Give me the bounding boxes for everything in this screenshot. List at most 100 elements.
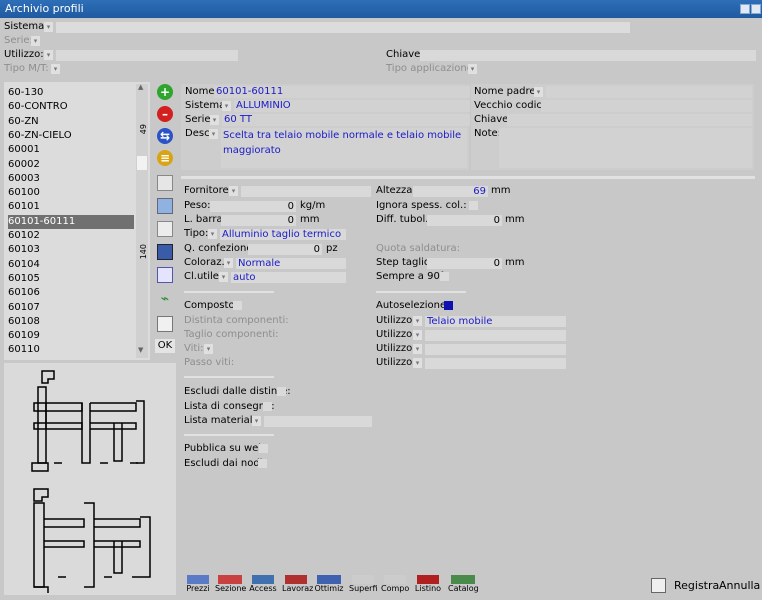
nome-field[interactable]: 60101-60111 [214,86,470,98]
coloraz-dropdown-icon[interactable]: ▾ [224,258,233,268]
autoselezione-checkbox[interactable] [444,301,453,310]
image-icon[interactable] [157,198,173,214]
serie-dropdown-icon[interactable]: ▾ [210,115,219,125]
list-scrollbar[interactable]: ▲ 49 140 ▼ [136,83,148,358]
ignora-checkbox[interactable] [469,201,478,210]
fornitore-dropdown-icon[interactable]: ▾ [229,186,238,196]
list-item[interactable]: 60-CONTRO [8,100,134,114]
tab-sezione[interactable]: Sezione [215,575,246,595]
utilizzo-filter-dropdown-icon[interactable]: ▾ [44,50,53,60]
utilizzo-3-dropdown-icon[interactable]: ▾ [413,344,422,354]
scroll-up-icon[interactable]: ▲ [138,83,143,91]
tab-listino[interactable]: Listino [414,575,442,595]
vecchio-codice-field[interactable] [541,100,752,112]
tab-prezzi[interactable]: Prezzi [184,575,212,595]
ok-button[interactable]: OK [155,339,175,353]
report-icon[interactable] [651,578,666,593]
sistema-dropdown-icon[interactable]: ▾ [222,101,231,111]
list-item[interactable]: 60108 [8,315,134,329]
utilizzo-2-dropdown-icon[interactable]: ▾ [413,330,422,340]
scroll-down-icon[interactable]: ▼ [138,346,143,354]
list-item[interactable]: 60-ZN [8,115,134,129]
utilizzo-3-field[interactable] [425,344,566,355]
utilizzo-1-field[interactable]: Telaio mobile [425,316,566,327]
list-item[interactable]: 60002 [8,158,134,172]
diff-field[interactable]: 0 [427,215,502,226]
tab-superfi[interactable]: Superfi [349,575,377,595]
list-item[interactable]: 60104 [8,258,134,272]
list-item[interactable]: 60001 [8,143,134,157]
sistema-field[interactable]: ALLUMINIO [234,100,470,112]
tab-ottimiz[interactable]: Ottimiz [314,575,344,595]
fornitore-field[interactable] [241,186,371,197]
list-item[interactable]: 60103 [8,243,134,257]
list-item[interactable]: 60107 [8,301,134,315]
chiave-filter-field[interactable] [420,50,756,61]
list-item[interactable]: 60101 [8,200,134,214]
tab-catalog[interactable]: Catalog [448,575,479,595]
utilizzo-1-dropdown-icon[interactable]: ▾ [413,316,422,326]
altezza-field[interactable]: 69 [413,186,488,197]
tipo-applicazione-dropdown-icon[interactable]: ▾ [468,64,477,74]
escludi-distinte-checkbox[interactable] [277,387,286,396]
scroll-thumb[interactable] [137,156,147,170]
list-item[interactable]: 60-130 [8,86,134,100]
lista-materiale-dropdown-icon[interactable]: ▾ [252,416,261,426]
clutile-field[interactable]: auto [231,272,346,283]
link-icon[interactable]: ⌁ [157,291,173,307]
utilizzo-4-dropdown-icon[interactable]: ▾ [413,358,422,368]
save-icon[interactable] [157,244,173,260]
list-item[interactable]: 60102 [8,229,134,243]
tipo-dropdown-icon[interactable]: ▾ [208,229,217,239]
chiave-field[interactable] [507,114,752,126]
list-item[interactable]: 60100 [8,186,134,200]
composto-checkbox[interactable] [233,301,242,310]
list-item[interactable]: 60105 [8,272,134,286]
peso-field[interactable]: 0 [210,201,296,212]
clutile-dropdown-icon[interactable]: ▾ [219,272,228,282]
close-icon[interactable] [751,4,761,14]
list-item[interactable]: 60109 [8,329,134,343]
step-field[interactable]: 0 [427,258,502,269]
lista-materiale-field[interactable] [264,416,372,427]
sistema-filter-field[interactable] [56,22,630,33]
sistema-filter-dropdown-icon[interactable]: ▾ [44,22,53,32]
calendar-icon[interactable] [157,267,173,283]
desc-dropdown-icon[interactable]: ▾ [209,129,218,139]
coloraz-field[interactable]: Normale [236,258,346,269]
tipo-mt-dropdown-icon[interactable]: ▾ [51,64,60,74]
nome-padre-dropdown-icon[interactable]: ▾ [534,87,543,97]
list-item[interactable]: 60-ZN-CIELO [8,129,134,143]
list-settings-icon[interactable] [157,316,173,332]
lbarra-field[interactable]: 0 [221,215,296,226]
registra-button[interactable]: Registra [674,579,719,592]
note-field[interactable] [499,128,752,168]
qconf-field[interactable]: 0 [248,244,322,255]
list-item[interactable]: 60110 [8,343,134,357]
escludi-nodi-checkbox[interactable] [258,459,267,468]
utilizzo-4-field[interactable] [425,358,566,369]
tab-lavoraz[interactable]: Lavoraz [282,575,313,595]
tab-access[interactable]: Access [249,575,277,595]
serie-filter-dropdown-icon[interactable]: ▾ [31,36,40,46]
pubblica-web-checkbox[interactable] [259,444,268,453]
desc-field[interactable]: Scelta tra telaio mobile normale e telai… [221,128,467,168]
tab-compo[interactable]: Compo [381,575,409,595]
nome-padre-field[interactable] [546,86,752,98]
utilizzo-2-field[interactable] [425,330,566,341]
duplicate-icon[interactable]: ≡ [157,150,173,166]
copy-icon[interactable]: ⇆ [157,128,173,144]
viti-dropdown-icon[interactable]: ▾ [204,344,213,354]
sempre-checkbox[interactable] [440,272,449,281]
utilizzo-filter-field[interactable] [56,50,238,61]
lista-consegna-checkbox[interactable] [263,402,272,411]
list-item[interactable]: 60101-60111 [8,214,134,229]
tipo-field[interactable]: Alluminio taglio termico [220,229,346,240]
serie-field[interactable]: 60 TT [222,114,470,126]
annulla-button[interactable]: Annulla [719,579,760,592]
list-item[interactable]: 60106 [8,286,134,300]
document-icon[interactable] [157,221,173,237]
print-icon[interactable] [157,175,173,191]
restore-icon[interactable] [740,4,750,14]
add-icon[interactable]: + [157,84,173,100]
